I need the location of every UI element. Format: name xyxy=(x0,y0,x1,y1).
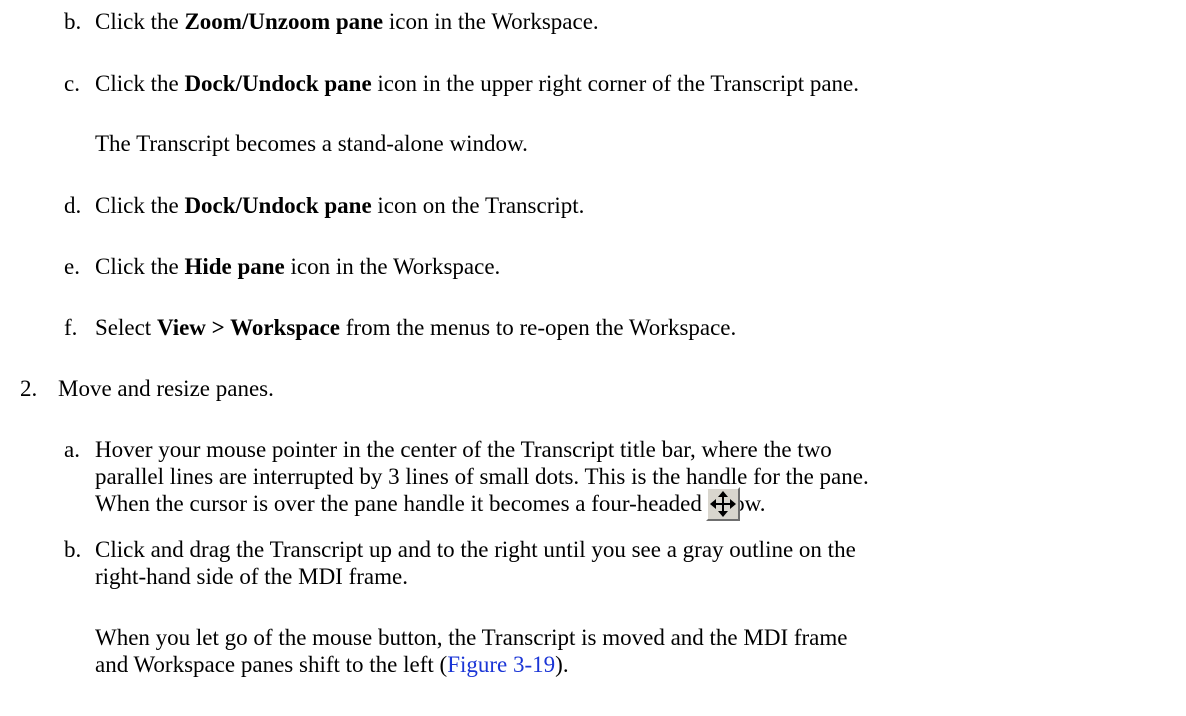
step-c-result: The Transcript becomes a stand-alone win… xyxy=(95,131,528,156)
step-2a-line: Hover your mouse pointer in the center o… xyxy=(95,437,832,462)
step-marker: f. xyxy=(64,315,78,340)
step-text: Click the xyxy=(95,71,185,96)
step-2b-marker: b. xyxy=(64,537,82,562)
step-marker: c. xyxy=(64,71,80,96)
step-2a-marker: a. xyxy=(64,437,80,462)
step-text: icon in the upper right corner of the Tr… xyxy=(371,71,860,96)
step-d-dock: d. Click the Dock/Undock pane icon on the… xyxy=(64,192,584,219)
step-2a-line: parallel lines are interrupted by 3 line… xyxy=(95,464,869,489)
figure-link[interactable]: Figure 3-19 xyxy=(447,652,555,677)
result-text: ). xyxy=(555,652,569,677)
ui-term: Dock/Undock pane xyxy=(184,193,372,218)
step-text: Click the xyxy=(95,193,185,218)
step-text: icon in the Workspace. xyxy=(284,254,501,279)
four-headed-arrow-icon xyxy=(706,487,740,521)
step-2b-result: When you let go of the mouse button, the… xyxy=(95,625,848,650)
step-2b-result: and Workspace panes shift to the left (F… xyxy=(95,651,569,678)
ui-term: View > Workspace xyxy=(156,315,340,340)
result-text: and Workspace panes shift to the left ( xyxy=(95,652,448,677)
step-marker: b. xyxy=(64,9,82,34)
step-f-view: f. Select View > Workspace from the menus… xyxy=(64,314,736,341)
ui-term: Hide pane xyxy=(184,254,285,279)
step-text: Click the xyxy=(95,9,185,34)
step-text: from the menus to re-open the Workspace. xyxy=(340,315,737,340)
step-text: icon on the Transcript. xyxy=(371,193,585,218)
step-text: Move and resize panes. xyxy=(58,376,274,401)
step-text: Click the xyxy=(95,254,185,279)
step-marker: d. xyxy=(64,193,82,218)
step-c-dock: c. Click the Dock/Undock pane icon in the… xyxy=(64,70,859,97)
ui-term: Zoom/Unzoom pane xyxy=(184,9,384,34)
step-2b-line: right-hand side of the MDI frame. xyxy=(95,564,408,589)
step-marker: e. xyxy=(64,254,80,279)
step-2a-line: When the cursor is over the pane handle … xyxy=(95,491,766,516)
step-2-heading: 2. Move and resize panes. xyxy=(20,375,274,402)
step-2b-line: Click and drag the Transcript up and to … xyxy=(95,537,856,562)
step-number: 2. xyxy=(20,376,38,401)
step-text: icon in the Workspace. xyxy=(383,9,599,34)
step-text: Select xyxy=(95,315,157,340)
step-b-zoom: b. Click the Zoom/Unzoom pane icon in the… xyxy=(64,8,599,35)
step-e-hide: e. Click the Hide pane icon in the Worksp… xyxy=(64,253,500,280)
ui-term: Dock/Undock pane xyxy=(184,71,372,96)
